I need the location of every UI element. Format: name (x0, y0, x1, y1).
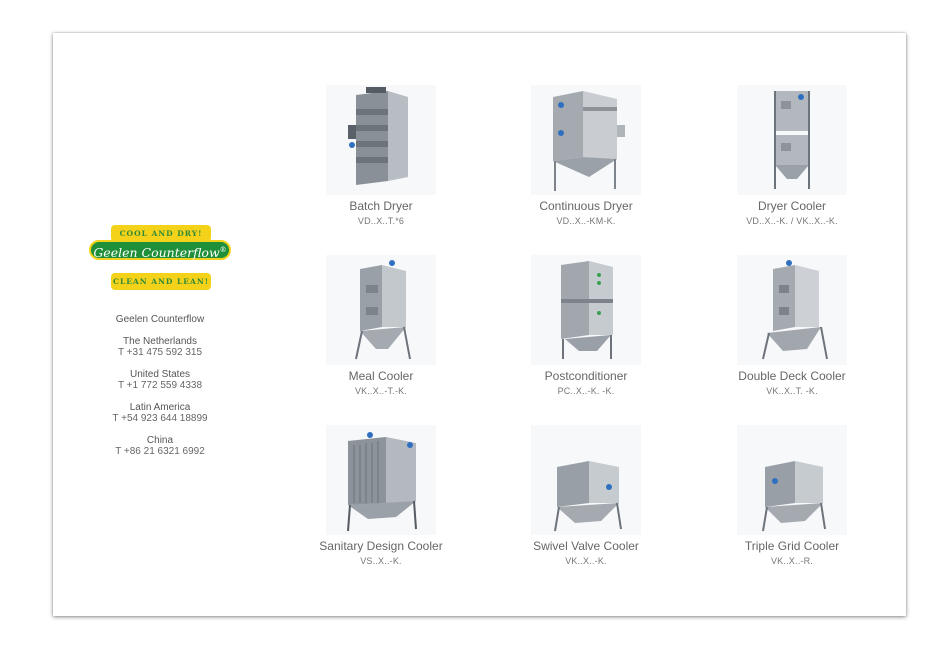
product-name: Swivel Valve Cooler (533, 539, 639, 553)
batch-dryer-image (326, 85, 436, 195)
product-code: PC..X..-K. -K. (557, 386, 615, 396)
office-phone[interactable]: T +31 475 592 315 (89, 347, 231, 358)
logo-bottom-band: CLEAN AND LEAN! (111, 273, 211, 290)
product-sanitary-design-cooler[interactable]: Sanitary Design Cooler VS..X..-K. (291, 425, 471, 566)
office-region: United States (129, 369, 191, 380)
office-united-states: United States T +1 772 559 4338 (89, 369, 231, 391)
product-code: VD..X..-KM-K. (556, 216, 616, 226)
contact-list: Geelen Counterflow The Netherlands T +31… (89, 314, 231, 468)
product-name: Dryer Cooler (757, 199, 826, 213)
geelen-logo[interactable]: COOL AND DRY! Geelen Counterflow® CLEAN … (89, 225, 231, 291)
office-phone[interactable]: T +1 772 559 4338 (89, 380, 231, 391)
sanitary-design-cooler-image (326, 425, 436, 535)
product-code: VK..X..-T.-K. (354, 386, 408, 396)
product-code: VK..X..-R. (770, 556, 813, 566)
product-code: VS..X..-K. (360, 556, 402, 566)
double-deck-cooler-image (737, 255, 847, 365)
product-name: Meal Cooler (348, 369, 414, 383)
logo-brand-text: Geelen Counterflow (93, 245, 220, 261)
product-continuous-dryer[interactable]: Continuous Dryer VD..X..-KM-K. (496, 85, 676, 226)
product-meal-cooler[interactable]: Meal Cooler VK..X..-T.-K. (291, 255, 471, 396)
product-code: VD..X..T.*6 (357, 216, 405, 226)
product-batch-dryer[interactable]: Batch Dryer VD..X..T.*6 (291, 85, 471, 226)
office-phone[interactable]: T +86 21 6321 6992 (89, 446, 231, 457)
office-netherlands: The Netherlands T +31 475 592 315 (89, 336, 231, 358)
meal-cooler-image (326, 255, 436, 365)
product-postconditioner[interactable]: Postconditioner PC..X..-K. -K. (496, 255, 676, 396)
page-card: COOL AND DRY! Geelen Counterflow® CLEAN … (53, 33, 906, 616)
product-name: Continuous Dryer (539, 199, 633, 213)
product-name: Sanitary Design Cooler (319, 539, 443, 553)
postconditioner-image (531, 255, 641, 365)
dryer-cooler-image (737, 85, 847, 195)
office-region: Latin America (129, 402, 191, 413)
swivel-valve-cooler-image (531, 425, 641, 535)
product-code: VD..X..-K. / VK..X..-K. (746, 216, 838, 226)
product-code: VK..X..-K. (565, 556, 607, 566)
office-phone[interactable]: T +54 923 644 18899 (89, 413, 231, 424)
registered-mark: ® (219, 246, 227, 254)
product-triple-grid-cooler[interactable]: Triple Grid Cooler VK..X..-R. (702, 425, 882, 566)
office-china: China T +86 21 6321 6992 (89, 435, 231, 457)
product-name: Double Deck Cooler (738, 369, 846, 383)
product-name: Batch Dryer (349, 199, 413, 213)
product-code: VK..X..T. -K. (766, 386, 818, 396)
office-latin-america: Latin America T +54 923 644 18899 (89, 402, 231, 424)
product-swivel-valve-cooler[interactable]: Swivel Valve Cooler VK..X..-K. (496, 425, 676, 566)
product-double-deck-cooler[interactable]: Double Deck Cooler VK..X..T. -K. (702, 255, 882, 396)
office-region: China (146, 435, 174, 446)
product-name: Triple Grid Cooler (744, 539, 840, 553)
product-dryer-cooler[interactable]: Dryer Cooler VD..X..-K. / VK..X..-K. (702, 85, 882, 226)
continuous-dryer-image (531, 85, 641, 195)
logo-brand: Geelen Counterflow® (89, 240, 231, 260)
triple-grid-cooler-image (737, 425, 847, 535)
office-region: The Netherlands (123, 336, 197, 347)
company-name: Geelen Counterflow (115, 314, 205, 325)
product-name: Postconditioner (544, 369, 628, 383)
